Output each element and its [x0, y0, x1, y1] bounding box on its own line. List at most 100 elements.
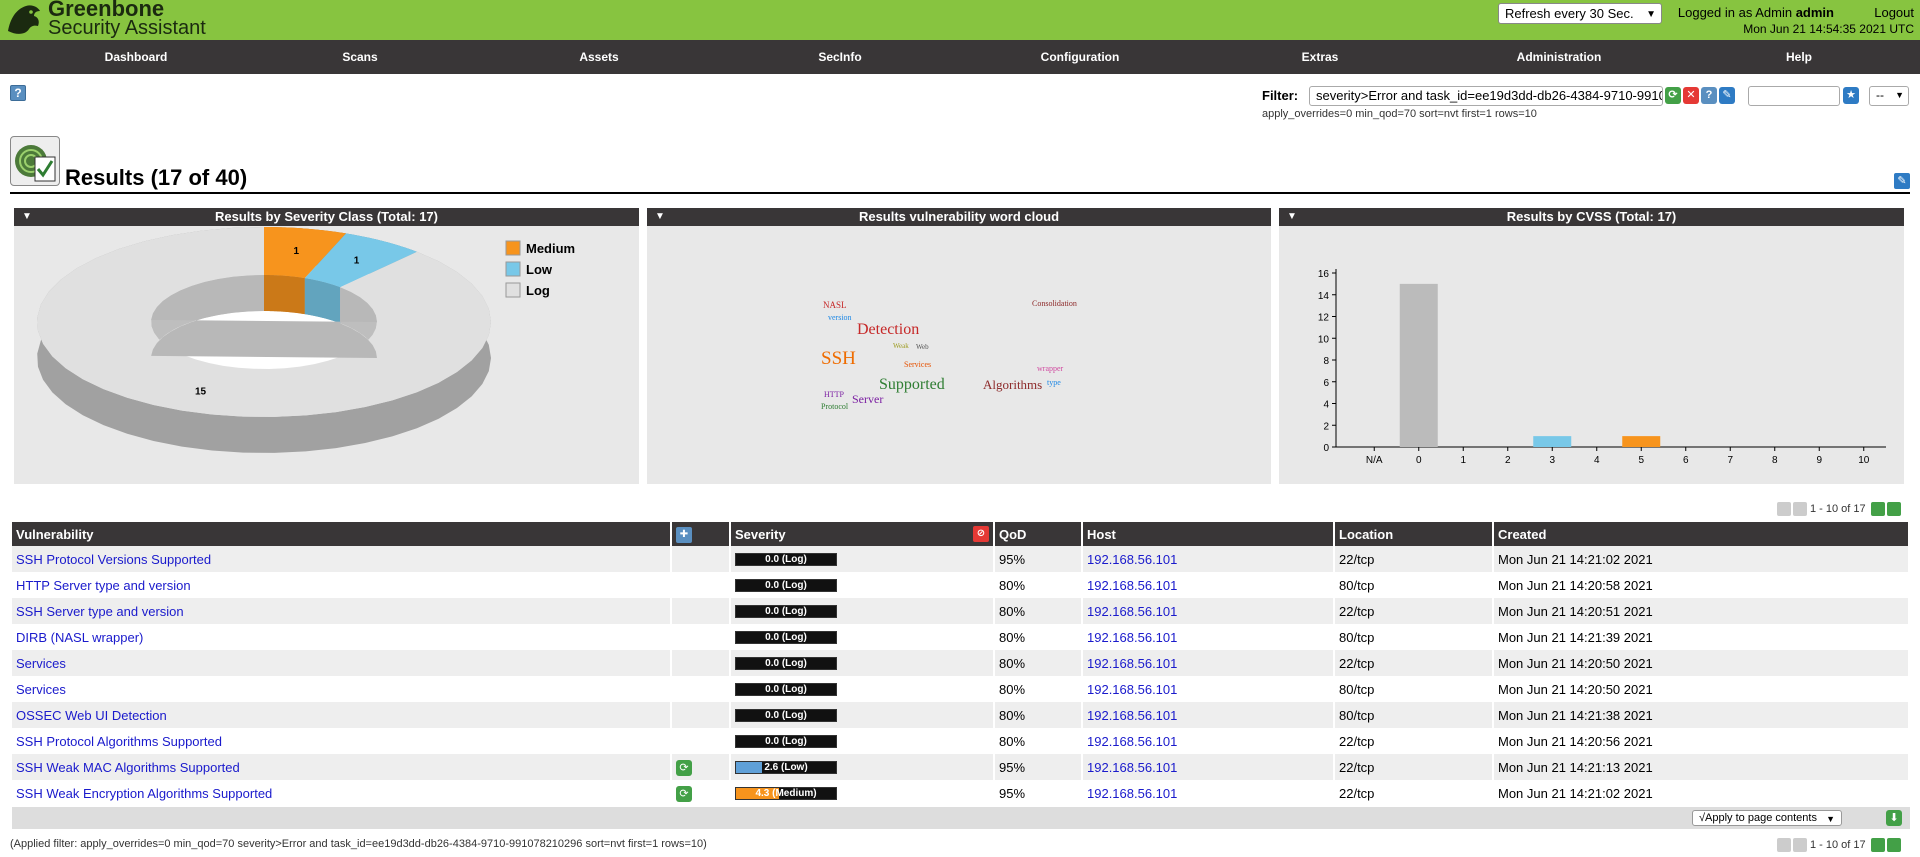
refresh-interval-select[interactable]: Refresh every 30 Sec. ▼ — [1498, 3, 1662, 24]
host-link[interactable]: 192.168.56.101 — [1087, 734, 1177, 749]
wordcloud-word[interactable]: Supported — [879, 376, 945, 393]
nav-help[interactable]: Help — [1786, 40, 1812, 74]
vulnerability-link[interactable]: OSSEC Web UI Detection — [16, 708, 167, 723]
wordcloud-word[interactable]: NASL — [823, 300, 847, 310]
wordcloud-word[interactable]: Services — [904, 360, 931, 369]
wordcloud-word[interactable]: Protocol — [821, 402, 849, 411]
wordcloud-word[interactable]: Server — [852, 392, 883, 406]
host-link[interactable]: 192.168.56.101 — [1087, 578, 1177, 593]
col-qod[interactable]: QoD — [994, 522, 1083, 546]
greenbone-logo[interactable] — [4, 1, 44, 39]
next-page-icon[interactable] — [1870, 502, 1885, 516]
host-link[interactable]: 192.168.56.101 — [1087, 604, 1177, 619]
legend-swatch-log — [505, 282, 521, 298]
wordcloud-word[interactable]: Weak — [893, 342, 909, 350]
wordcloud-word[interactable]: Algorithms — [983, 377, 1042, 392]
cvss-panel-title: Results by CVSS (Total: 17) — [1506, 209, 1677, 224]
vendorfix-icon[interactable]: ⟳ — [676, 785, 692, 802]
vulnerability-link[interactable]: HTTP Server type and version — [16, 578, 191, 593]
host-link[interactable]: 192.168.56.101 — [1087, 630, 1177, 645]
first-page-icon[interactable] — [1777, 502, 1791, 516]
edit-filter-icon[interactable]: ✎ — [1719, 87, 1735, 104]
nav-configuration[interactable]: Configuration — [1041, 40, 1120, 74]
wrench-icon[interactable]: ✎ — [1894, 173, 1910, 189]
host-link[interactable]: 192.168.56.101 — [1087, 552, 1177, 567]
vulnerability-link[interactable]: Services — [16, 682, 66, 697]
pager-top: 1 - 10 of 17 — [1775, 502, 1901, 518]
col-severity[interactable]: Severity ⊘ — [730, 522, 995, 546]
refresh-filter-icon[interactable]: ⟳ — [1665, 87, 1681, 104]
wordcloud-word[interactable]: HTTP — [824, 390, 845, 399]
table-footer-bar — [12, 807, 1910, 829]
save-filter-icon[interactable]: ★ — [1843, 87, 1859, 104]
collapse-caret-icon[interactable]: ▼ — [1287, 208, 1297, 226]
col-vulnerability[interactable]: Vulnerability — [12, 522, 672, 546]
nav-assets[interactable]: Assets — [579, 40, 618, 74]
table-row: Services 0.0 (Log) 80% 192.168.56.101 22/tcp… — [12, 650, 1910, 676]
bulk-action-select[interactable]: √Apply to page contents ▼ — [1692, 810, 1842, 826]
last-page-icon[interactable] — [1886, 838, 1901, 852]
filter-help-icon[interactable]: ? — [1701, 87, 1717, 104]
cvss-bar-5[interactable] — [1622, 436, 1661, 447]
previous-page-icon[interactable] — [1793, 838, 1807, 852]
nav-dashboard[interactable]: Dashboard — [105, 40, 168, 74]
severity-bar: 0.0 (Log) — [735, 552, 837, 566]
saved-filter-select[interactable]: -- ▼ — [1869, 86, 1909, 106]
reset-filter-icon[interactable]: ✕ — [1683, 87, 1699, 104]
filter-input[interactable]: severity>Error and task_id=ee19d3dd-db26… — [1309, 86, 1663, 106]
col-created[interactable]: Created — [1493, 522, 1910, 546]
qod-cell: 80% — [994, 676, 1083, 702]
wordcloud-panel-header[interactable]: ▼ Results vulnerability word cloud — [647, 208, 1271, 226]
nav-administration[interactable]: Administration — [1517, 40, 1602, 74]
wordcloud-word[interactable]: Consolidation — [1032, 299, 1077, 308]
nav-secinfo[interactable]: SecInfo — [818, 40, 861, 74]
vulnerability-link[interactable]: DIRB (NASL wrapper) — [16, 630, 143, 645]
vulnerability-link[interactable]: SSH Protocol Algorithms Supported — [16, 734, 222, 749]
cvss-bar-3[interactable] — [1533, 436, 1572, 447]
host-link[interactable]: 192.168.56.101 — [1087, 656, 1177, 671]
y-tick-label: 8 — [1323, 356, 1329, 367]
severity-label: 0.0 (Log) — [765, 579, 807, 591]
host-link[interactable]: 192.168.56.101 — [1087, 708, 1177, 723]
vendorfix-icon[interactable]: ⟳ — [676, 759, 692, 776]
wordcloud-word[interactable]: version — [828, 313, 852, 322]
vulnerability-cell: HTTP Server type and version — [12, 572, 672, 598]
solution-type-cell — [671, 650, 731, 676]
host-link[interactable]: 192.168.56.101 — [1087, 682, 1177, 697]
vulnerability-link[interactable]: Services — [16, 656, 66, 671]
severity-panel-header[interactable]: ▼ Results by Severity Class (Total: 17) — [14, 208, 639, 226]
cvss-bar-0[interactable] — [1399, 283, 1438, 447]
x-tick-label: 5 — [1638, 455, 1644, 466]
wordcloud-word[interactable]: wrapper — [1037, 364, 1064, 373]
severity-cell: 0.0 (Log) — [730, 728, 995, 754]
wordcloud-word[interactable]: Detection — [857, 321, 919, 338]
vulnerability-link[interactable]: SSH Weak MAC Algorithms Supported — [16, 760, 240, 775]
collapse-caret-icon[interactable]: ▼ — [22, 208, 32, 226]
previous-page-icon[interactable] — [1793, 502, 1807, 516]
next-page-icon[interactable] — [1870, 838, 1885, 852]
col-solution-type[interactable]: ✚ — [671, 522, 731, 546]
nav-extras[interactable]: Extras — [1302, 40, 1339, 74]
wordcloud-word[interactable]: type — [1047, 378, 1061, 387]
vulnerability-link[interactable]: SSH Server type and version — [16, 604, 184, 619]
filter-name-input[interactable] — [1748, 86, 1840, 106]
download-icon[interactable]: ⬇ — [1886, 810, 1902, 826]
help-icon[interactable]: ? — [10, 85, 26, 101]
vulnerability-link[interactable]: SSH Protocol Versions Supported — [16, 552, 211, 567]
collapse-caret-icon[interactable]: ▼ — [655, 208, 665, 226]
wordcloud-word[interactable]: Web — [916, 343, 929, 351]
col-location[interactable]: Location — [1334, 522, 1494, 546]
wordcloud-word[interactable]: SSH — [821, 348, 856, 369]
host-link[interactable]: 192.168.56.101 — [1087, 760, 1177, 775]
host-link[interactable]: 192.168.56.101 — [1087, 786, 1177, 801]
qod-cell: 95% — [994, 780, 1083, 806]
logout-link[interactable]: Logout — [1874, 5, 1914, 20]
last-page-icon[interactable] — [1886, 502, 1901, 516]
cvss-panel-header[interactable]: ▼ Results by CVSS (Total: 17) — [1279, 208, 1904, 226]
first-page-icon[interactable] — [1777, 838, 1791, 852]
severity-cell: 0.0 (Log) — [730, 676, 995, 702]
nav-scans[interactable]: Scans — [342, 40, 377, 74]
col-host[interactable]: Host — [1082, 522, 1335, 546]
vulnerability-link[interactable]: SSH Weak Encryption Algorithms Supported — [16, 786, 272, 801]
solution-type-cell: ⟳ — [671, 754, 731, 780]
